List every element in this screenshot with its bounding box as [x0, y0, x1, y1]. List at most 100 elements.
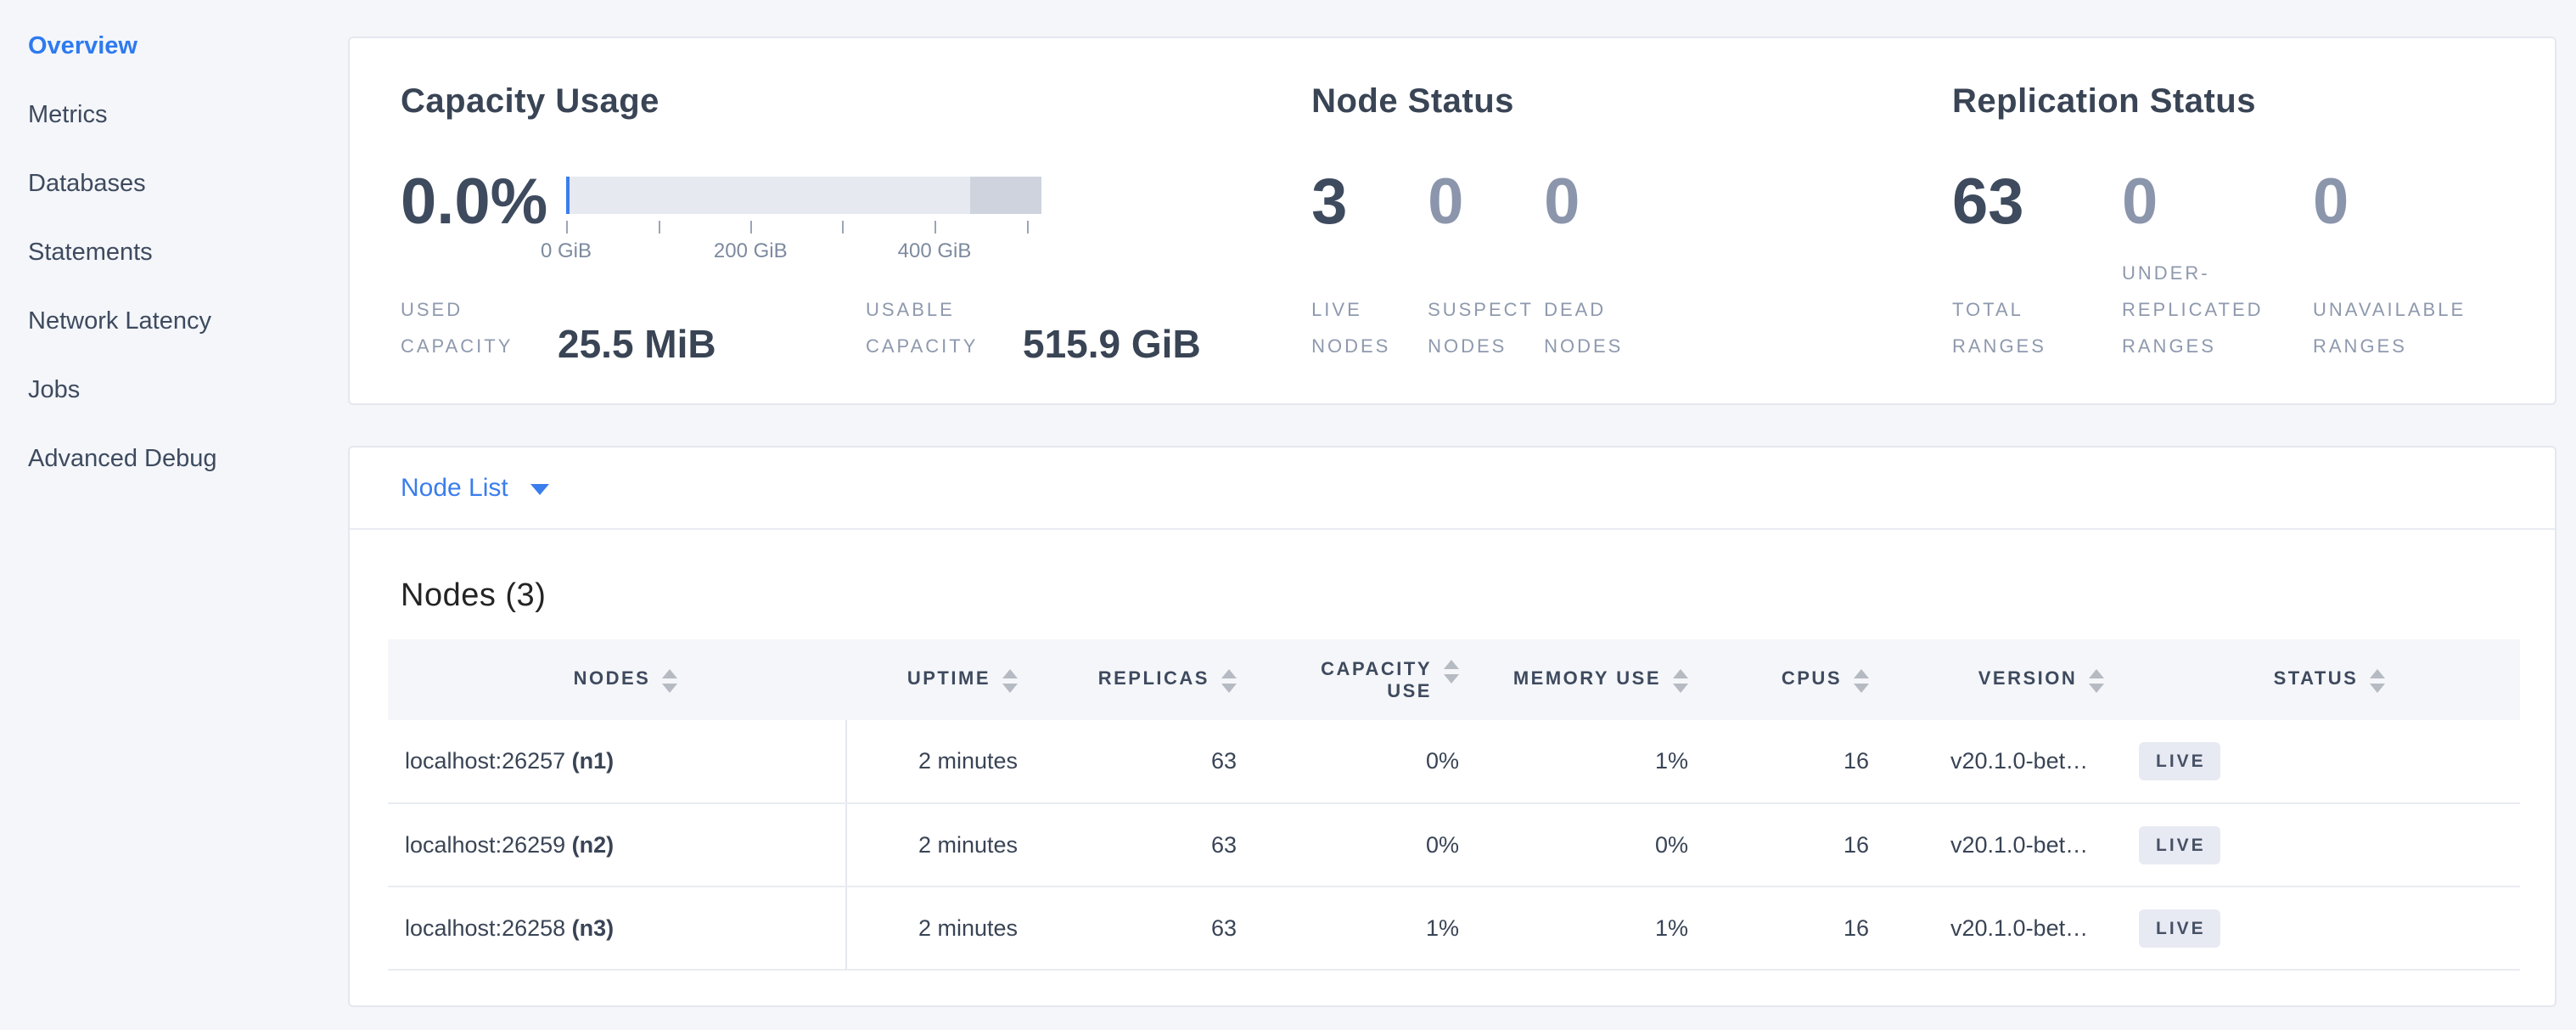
sidebar-item-advanced-debug[interactable]: Advanced Debug — [0, 425, 348, 493]
node-id: (n2) — [572, 832, 615, 858]
dead-nodes-label: DEAD NODES — [1544, 292, 1660, 365]
version-cell: v20.1.0-bet… — [1877, 720, 2132, 803]
node-id: (n3) — [572, 915, 615, 941]
column-header-memory-use[interactable]: MEMORY USE — [1468, 639, 1697, 720]
status-badge: LIVE — [2139, 826, 2220, 864]
main-content: Capacity Usage 0.0% — [348, 0, 2556, 1007]
memory-use-cell: 1% — [1468, 720, 1697, 803]
capacity-used-percent: 0.0% — [401, 170, 566, 234]
nodes-table: NODES UPTIME REPLICAS CAPACITY USE — [388, 639, 2520, 971]
sort-icon — [2370, 669, 2385, 693]
table-header-row: NODES UPTIME REPLICAS CAPACITY USE — [388, 639, 2520, 720]
total-ranges-label: TOTAL RANGES — [1952, 292, 2122, 365]
column-label: UPTIME — [907, 667, 991, 689]
capacity-axis-labels: 0 GiB 200 GiB 400 GiB — [566, 239, 1041, 265]
node-row[interactable]: localhost:26258 (n3) 2 minutes 63 1% 1% … — [388, 886, 2520, 970]
sidebar-item-databases[interactable]: Databases — [0, 149, 348, 218]
status-badge: LIVE — [2139, 742, 2220, 780]
column-label: CPUS — [1782, 667, 1842, 689]
suspect-nodes-stat: 0 SUSPECT NODES — [1428, 170, 1544, 365]
column-header-replicas[interactable]: REPLICAS — [1026, 639, 1245, 720]
sidebar-item-overview[interactable]: Overview — [0, 12, 348, 81]
suspect-nodes-label: SUSPECT NODES — [1428, 292, 1544, 365]
sort-icon — [1221, 669, 1237, 693]
sort-icon — [1854, 669, 1869, 693]
status-badge: LIVE — [2139, 909, 2220, 948]
uptime-cell: 2 minutes — [846, 720, 1026, 803]
cpus-cell: 16 — [1697, 720, 1877, 803]
status-cell: LIVE — [2132, 803, 2520, 886]
capacity-bar-reserved-segment — [970, 177, 1041, 214]
capacity-usage-chart-row: 0.0% 0 GiB — [401, 170, 1311, 265]
node-status-stats: 3 LIVE NODES 0 SUSPECT NODES 0 DEAD NODE… — [1311, 170, 1952, 365]
sidebar-item-label: Metrics — [28, 101, 107, 129]
sidebar-item-label: Network Latency — [28, 307, 211, 335]
column-label: VERSION — [1978, 667, 2078, 689]
live-nodes-value: 3 — [1311, 170, 1428, 234]
sidebar-item-label: Overview — [28, 32, 137, 60]
under-replicated-ranges-label: UNDER-REPLICATED RANGES — [2122, 256, 2313, 365]
node-address: localhost:26257 — [405, 748, 565, 774]
uptime-cell: 2 minutes — [846, 803, 1026, 886]
axis-label: 0 GiB — [541, 239, 592, 263]
cpus-cell: 16 — [1697, 886, 1877, 970]
version-cell: v20.1.0-bet… — [1877, 803, 2132, 886]
axis-label: 200 GiB — [714, 239, 788, 263]
replicas-cell: 63 — [1026, 720, 1245, 803]
column-header-status[interactable]: STATUS — [2132, 639, 2520, 720]
node-address-cell[interactable]: localhost:26258 (n3) — [388, 886, 846, 970]
column-header-version[interactable]: VERSION — [1877, 639, 2132, 720]
replication-stats: 63 TOTAL RANGES 0 UNDER-REPLICATED RANGE… — [1952, 170, 2504, 365]
under-replicated-ranges-stat: 0 UNDER-REPLICATED RANGES — [2122, 170, 2313, 365]
node-address: localhost:26259 — [405, 832, 565, 858]
sort-icon — [1444, 660, 1459, 684]
node-address-cell[interactable]: localhost:26257 (n1) — [388, 720, 846, 803]
sidebar-item-statements[interactable]: Statements — [0, 218, 348, 287]
capacity-use-cell: 1% — [1245, 886, 1468, 970]
column-header-cpus[interactable]: CPUS — [1697, 639, 1877, 720]
capacity-bar — [566, 177, 1041, 214]
chevron-down-icon — [530, 484, 549, 495]
unavailable-ranges-value: 0 — [2313, 170, 2504, 234]
sidebar-item-metrics[interactable]: Metrics — [0, 81, 348, 149]
column-header-nodes[interactable]: NODES — [388, 639, 846, 720]
status-cell: LIVE — [2132, 720, 2520, 803]
capacity-usage-section: Capacity Usage 0.0% — [401, 82, 1311, 365]
capacity-axis-ticks — [566, 221, 1041, 239]
capacity-usage-title: Capacity Usage — [401, 82, 1311, 121]
column-header-uptime[interactable]: UPTIME — [846, 639, 1026, 720]
node-list-card: Node List Nodes (3) NODES UPTIME — [348, 446, 2556, 1007]
column-header-capacity-use[interactable]: CAPACITY USE — [1245, 639, 1468, 720]
column-label: REPLICAS — [1098, 667, 1209, 689]
sort-icon — [1673, 669, 1688, 693]
node-id: (n1) — [572, 748, 615, 774]
column-label: NODES — [574, 667, 651, 689]
nodes-count-title: Nodes (3) — [401, 577, 2504, 614]
node-address-cell[interactable]: localhost:26259 (n2) — [388, 803, 846, 886]
node-row[interactable]: localhost:26259 (n2) 2 minutes 63 0% 0% … — [388, 803, 2520, 886]
unavailable-ranges-stat: 0 UNAVAILABLE RANGES — [2313, 170, 2504, 365]
sort-icon — [1002, 669, 1018, 693]
sidebar-item-label: Databases — [28, 170, 146, 198]
node-status-section: Node Status 3 LIVE NODES 0 SUSPECT NODES… — [1311, 82, 1952, 365]
sidebar: Overview Metrics Databases Statements Ne… — [0, 0, 348, 493]
capacity-use-cell: 0% — [1245, 803, 1468, 886]
usable-capacity-label: USABLE CAPACITY — [866, 292, 1023, 365]
live-nodes-stat: 3 LIVE NODES — [1311, 170, 1428, 365]
memory-use-cell: 1% — [1468, 886, 1697, 970]
cluster-summary-card: Capacity Usage 0.0% — [348, 37, 2556, 405]
sort-icon — [662, 669, 677, 693]
sidebar-item-network-latency[interactable]: Network Latency — [0, 287, 348, 356]
unavailable-ranges-label: UNAVAILABLE RANGES — [2313, 292, 2504, 365]
sidebar-item-label: Statements — [28, 239, 153, 267]
sidebar-item-label: Jobs — [28, 376, 80, 404]
view-selector-label: Node List — [401, 474, 508, 503]
usable-capacity-value: 515.9 GiB — [1023, 324, 1201, 363]
view-selector-dropdown[interactable]: Node List — [350, 447, 2555, 530]
column-label: CAPACITY USE — [1289, 658, 1432, 702]
live-nodes-label: LIVE NODES — [1311, 292, 1428, 365]
node-row[interactable]: localhost:26257 (n1) 2 minutes 63 0% 1% … — [388, 720, 2520, 803]
capacity-use-cell: 0% — [1245, 720, 1468, 803]
sidebar-item-jobs[interactable]: Jobs — [0, 356, 348, 425]
sidebar-item-label: Advanced Debug — [28, 445, 217, 473]
